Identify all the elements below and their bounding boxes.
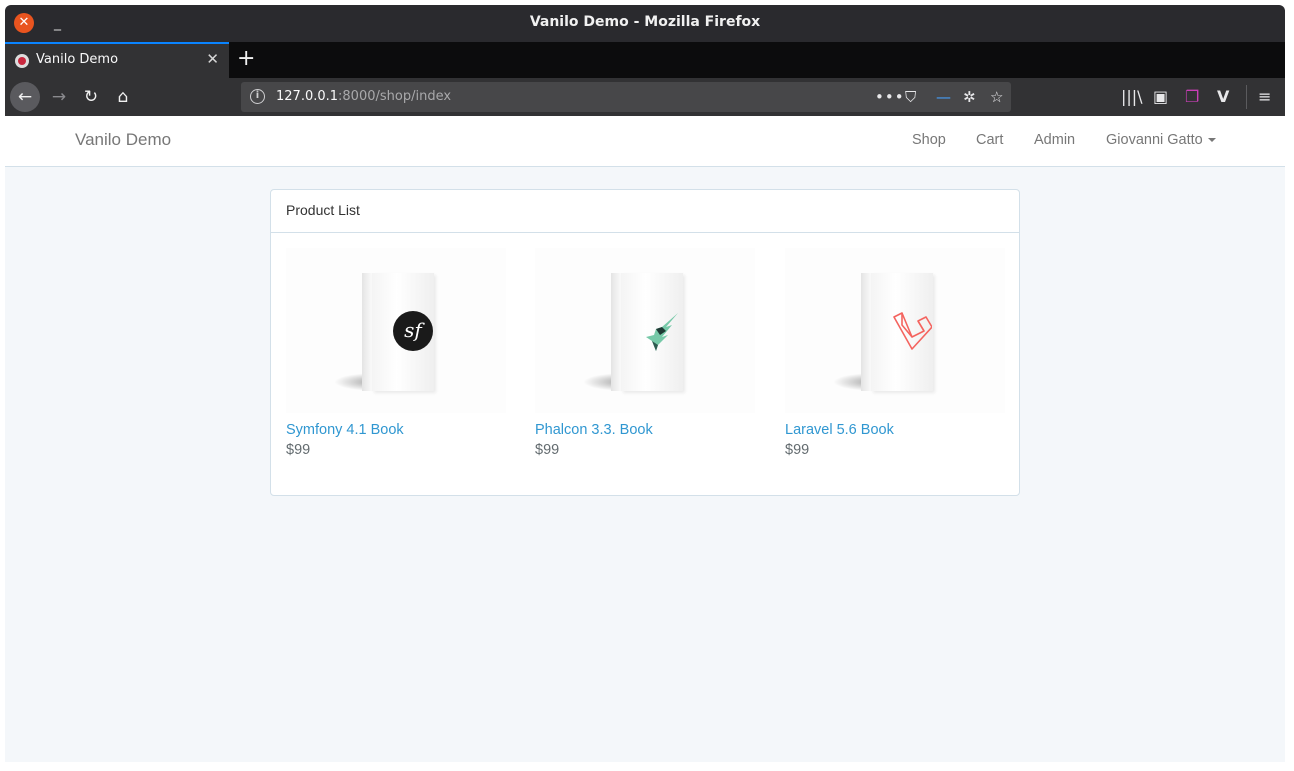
reader-dash-icon[interactable]: — [936,86,951,108]
library-icon[interactable]: |||\ [1121,86,1143,108]
tab-vanilo-demo[interactable]: Vanilo Demo ✕ [5,42,229,78]
product-name-link[interactable]: Phalcon 3.3. Book [535,422,653,438]
hamburger-menu-icon[interactable]: ≡ [1258,86,1271,108]
home-button[interactable]: ⌂ [108,82,138,112]
navigation-toolbar: ← → ↻ ⌂ i 127.0.0.1:8000/shop/index ••• … [5,78,1285,116]
toolbar-divider [1246,85,1247,109]
symfony-logo-icon: sf [393,311,433,351]
vue-devtools-icon[interactable]: V [1217,86,1229,108]
back-button[interactable]: ← [10,82,40,112]
reload-button[interactable]: ↻ [76,82,106,112]
nav-cart-link[interactable]: Cart [976,132,1003,148]
product-name-link[interactable]: Laravel 5.6 Book [785,422,894,438]
nav-shop-link[interactable]: Shop [912,132,946,148]
url-text[interactable]: 127.0.0.1:8000/shop/index [276,89,451,104]
panel-heading: Product List [271,190,1019,233]
product-name-link[interactable]: Symfony 4.1 Book [286,422,404,438]
product-price: $99 [785,442,810,458]
user-dropdown[interactable]: Giovanni Gatto [1106,132,1216,148]
window-title: Vanilo Demo - Mozilla Firefox [529,14,761,30]
phalcon-logo-icon [646,313,678,351]
site-info-icon[interactable]: i [250,89,265,104]
product-price: $99 [535,442,560,458]
url-bar[interactable]: i 127.0.0.1:8000/shop/index ••• ⛉ — ✲ ☆ [241,82,1011,112]
product-card: Laravel 5.6 Book $99 [785,248,1005,468]
product-card: Phalcon 3.3. Book $99 [535,248,755,468]
page-actions-icon[interactable]: ••• [875,86,905,108]
favicon-icon [15,54,29,68]
nav-admin-link[interactable]: Admin [1034,132,1075,148]
tab-close-icon[interactable]: ✕ [206,50,219,68]
brand-link[interactable]: Vanilo Demo [75,130,171,150]
caret-down-icon [1207,138,1216,143]
pocket-icon[interactable]: ⛉ [905,86,916,108]
sidebar-icon[interactable]: ▣ [1153,86,1168,108]
bug-icon[interactable]: ✲ [963,86,976,108]
book-icon [583,273,683,391]
bookmark-star-icon[interactable]: ☆ [990,86,1003,108]
product-image[interactable] [785,248,1005,413]
tab-strip: Vanilo Demo ✕ + [5,42,1285,78]
product-grid: sf Symfony 4.1 Book $99 Phalcon 3.3. Boo… [286,248,1006,468]
book-icon: sf [334,273,434,391]
forward-button[interactable]: → [44,82,74,112]
page-content: Vanilo Demo Shop Cart Admin Giovanni Gat… [5,116,1285,762]
product-image[interactable] [535,248,755,413]
new-tab-button[interactable]: + [237,45,255,73]
product-price: $99 [286,442,311,458]
product-list-panel: Product List sf Symfony 4.1 Book $99 Pha… [270,189,1020,496]
url-path: :8000/shop/index [338,89,452,104]
app-navbar: Vanilo Demo Shop Cart Admin Giovanni Gat… [5,116,1285,167]
product-card: sf Symfony 4.1 Book $99 [286,248,506,468]
laravel-logo-icon [893,312,932,350]
book-icon [833,273,933,391]
browser-window: ✕ _ Vanilo Demo - Mozilla Firefox Vanilo… [5,5,1285,762]
url-host: 127.0.0.1 [276,89,339,104]
product-image[interactable]: sf [286,248,506,413]
tab-label: Vanilo Demo [36,52,119,67]
user-name: Giovanni Gatto [1106,132,1203,148]
container-tabs-icon[interactable]: ❐ [1185,86,1199,108]
title-bar: ✕ _ Vanilo Demo - Mozilla Firefox [5,5,1285,42]
